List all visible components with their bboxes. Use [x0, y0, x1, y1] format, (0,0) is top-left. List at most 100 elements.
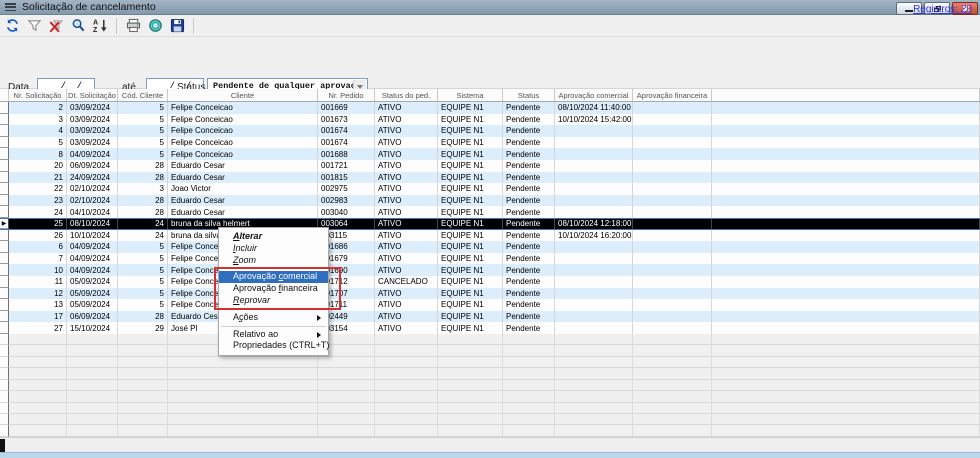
cell-pedido: 001674 — [318, 125, 375, 137]
sort-icon[interactable]: AZ — [91, 17, 109, 35]
cell-status_ped: ATIVO — [375, 288, 438, 300]
empty-cell — [712, 357, 980, 368]
menu-item[interactable]: Ações — [219, 312, 328, 324]
table-row[interactable]: 403/09/20245Felipe Conceicao001674ATIVOE… — [0, 125, 980, 137]
column-header-dt[interactable]: Dt. Solicitação — [67, 89, 118, 101]
refresh-icon[interactable] — [3, 17, 21, 35]
cell-aprov_com: 08/10/2024 12:18:00 — [555, 219, 633, 229]
table-row[interactable]: 2610/10/202424bruna da silva helmert0031… — [0, 230, 980, 242]
column-header-nr[interactable]: Nr. Solicitação — [9, 89, 67, 101]
table-row[interactable]: 1305/09/20245Felipe Conceicao001711ATIVO… — [0, 299, 980, 311]
column-header-aprov_com[interactable]: Aprovação comercial — [555, 89, 633, 101]
table-row[interactable]: 303/09/20245Felipe Conceicao001673ATIVOE… — [0, 114, 980, 126]
row-indicator — [0, 311, 9, 323]
clear-filter-icon[interactable] — [47, 17, 65, 35]
empty-cell — [118, 391, 168, 402]
empty-cell — [633, 345, 712, 356]
cell-sistema: EQUIPE N1 — [438, 206, 503, 218]
cell-cod: 24 — [118, 230, 168, 242]
menu-item[interactable]: Alterar — [219, 231, 328, 243]
table-row[interactable]: 1205/09/20245Felipe Conceicao001707ATIVO… — [0, 288, 980, 300]
empty-row — [0, 357, 980, 368]
cell-aprov_com — [555, 241, 633, 253]
clock-icon[interactable] — [146, 17, 164, 35]
empty-cell — [555, 391, 633, 402]
empty-row — [0, 425, 980, 436]
table-row[interactable]: 704/09/20245Felipe Conceicao001679ATIVOE… — [0, 253, 980, 265]
empty-cell — [633, 380, 712, 391]
empty-cell — [9, 414, 67, 425]
empty-cell — [438, 345, 503, 356]
table-row[interactable]: 1105/09/20245Felipe Conceicao001712CANCE… — [0, 276, 980, 288]
table-row[interactable]: 503/09/20245Felipe Conceicao001674ATIVOE… — [0, 137, 980, 149]
empty-cell — [118, 368, 168, 379]
column-header-status_ped[interactable]: Status do ped. — [375, 89, 438, 101]
empty-cell — [555, 414, 633, 425]
toolbar-separator — [116, 18, 117, 34]
submenu-arrow-icon — [317, 315, 324, 321]
table-row[interactable]: 2202/10/20243Joao Victor002975ATIVOEQUIP… — [0, 183, 980, 195]
cell-aprov_fin — [633, 172, 712, 184]
cell-dt: 06/09/2024 — [67, 160, 118, 172]
column-header-cod[interactable]: Cód. Cliente — [118, 89, 168, 101]
records-count-link[interactable]: Registros: 20 — [913, 4, 972, 15]
search-icon[interactable] — [69, 17, 87, 35]
table-row[interactable]: 2302/10/202428Eduardo Cesar002983ATIVOEQ… — [0, 195, 980, 207]
cell-status: Pendente — [503, 114, 555, 126]
cell-pedido: 001674 — [318, 137, 375, 149]
row-indicator — [0, 288, 9, 300]
column-header-sistema[interactable]: Sistema — [438, 89, 503, 101]
cell-cod: 5 — [118, 125, 168, 137]
table-row[interactable]: 2715/10/202429José Pl003154ATIVOEQUIPE N… — [0, 322, 980, 334]
table-row[interactable]: 804/09/20245Felipe Conceicao001688ATIVOE… — [0, 148, 980, 160]
annotation-red-rectangle — [214, 267, 341, 310]
cell-aprov_com — [555, 276, 633, 288]
print-icon[interactable] — [124, 17, 142, 35]
cell-status_ped: ATIVO — [375, 183, 438, 195]
cell-dt: 04/09/2024 — [67, 264, 118, 276]
cell-filler — [712, 137, 980, 149]
cell-nr: 8 — [9, 148, 67, 160]
filter-icon[interactable] — [25, 17, 43, 35]
cell-dt: 05/09/2024 — [67, 288, 118, 300]
window-title: Solicitação de cancelamento — [22, 1, 156, 13]
cell-dt: 02/10/2024 — [67, 195, 118, 207]
table-row[interactable]: 203/09/20245Felipe Conceicao001669ATIVOE… — [0, 102, 980, 114]
cell-sistema: EQUIPE N1 — [438, 264, 503, 276]
cell-status_ped: ATIVO — [375, 219, 438, 229]
table-row[interactable]: 1706/09/202428Eduardo Cesar002449ATIVOEQ… — [0, 311, 980, 323]
table-row[interactable]: 2124/09/202428Eduardo Cesar001815ATIVOEQ… — [0, 172, 980, 184]
empty-cell — [0, 403, 9, 414]
column-header-filler[interactable] — [712, 89, 980, 101]
empty-cell — [375, 403, 438, 414]
horizontal-scrollbar[interactable] — [0, 437, 980, 452]
cell-filler — [712, 311, 980, 323]
scrollbar-thumb[interactable] — [0, 439, 5, 452]
cell-status: Pendente — [503, 230, 555, 242]
cell-dt: 03/09/2024 — [67, 102, 118, 114]
table-row[interactable]: 604/09/20245Felipe Conceicao001686ATIVOE… — [0, 241, 980, 253]
column-header-cliente[interactable]: Cliente — [168, 89, 318, 101]
menu-icon[interactable] — [5, 3, 16, 11]
cell-cod: 28 — [118, 206, 168, 218]
table-row[interactable]: 2006/09/202428Eduardo Cesar001721ATIVOEQ… — [0, 160, 980, 172]
column-header-pedido[interactable]: Nr. Pedido — [318, 89, 375, 101]
menu-item[interactable]: Incluir — [219, 243, 328, 255]
empty-cell — [168, 368, 318, 379]
cell-nr: 2 — [9, 102, 67, 114]
empty-cell — [555, 345, 633, 356]
empty-cell — [503, 391, 555, 402]
cell-filler — [712, 219, 980, 229]
table-row[interactable]: 2404/10/202428Eduardo Cesar003040ATIVOEQ… — [0, 206, 980, 218]
column-header-aprov_fin[interactable]: Aprovação financeira — [633, 89, 712, 101]
empty-cell — [318, 425, 375, 436]
menu-item[interactable]: Propriedades (CTRL+T) — [219, 340, 328, 352]
menu-item[interactable]: Zoom — [219, 255, 328, 267]
save-icon[interactable] — [168, 17, 186, 35]
table-row[interactable]: ▶2508/10/202424bruna da silva helmert003… — [0, 218, 980, 230]
cell-cliente: Felipe Conceicao — [168, 114, 318, 126]
cell-nr: 27 — [9, 322, 67, 334]
column-header-status[interactable]: Status — [503, 89, 555, 101]
menu-item[interactable]: Relativo ao — [219, 329, 328, 341]
table-row[interactable]: 1004/09/20245Felipe Conceicao001690ATIVO… — [0, 264, 980, 276]
